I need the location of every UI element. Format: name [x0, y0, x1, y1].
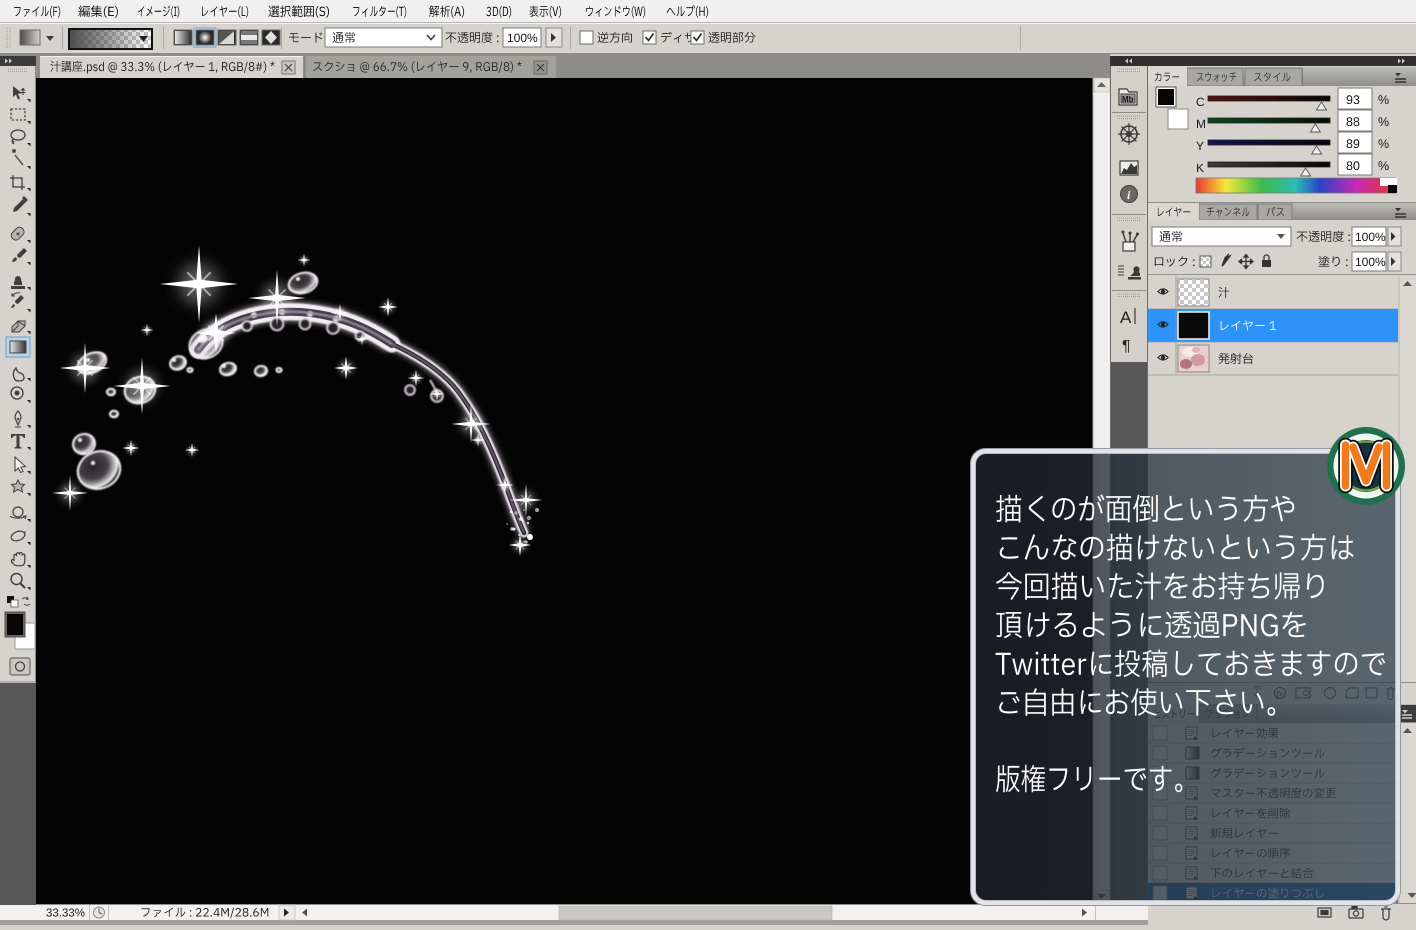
svg-text:¶: ¶: [1122, 338, 1131, 355]
svg-text:Mb: Mb: [1122, 95, 1134, 104]
svg-text:A: A: [1120, 308, 1132, 327]
